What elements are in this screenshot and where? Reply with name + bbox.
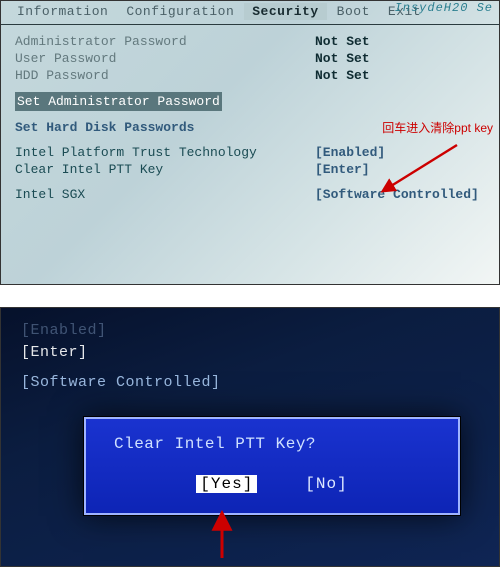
dialog-yes-button[interactable]: [Yes] (196, 475, 257, 493)
set-hdd-passwords-item[interactable]: Set Hard Disk Passwords (15, 119, 194, 136)
hdd-password-value: Not Set (315, 67, 485, 84)
bios-dialog-screen: [Enabled] [Enter] [Software Controlled] … (0, 307, 500, 567)
sgx-label: Intel SGX (15, 186, 315, 203)
confirm-dialog: Clear Intel PTT Key? [Yes] [No] (83, 416, 461, 516)
menu-boot[interactable]: Boot (329, 3, 378, 20)
admin-password-value: Not Set (315, 33, 485, 50)
user-password-value: Not Set (315, 50, 485, 67)
context-enabled: [Enabled] (21, 320, 479, 342)
hdd-password-label: HDD Password (15, 67, 315, 84)
context-enter: [Enter] (21, 342, 479, 364)
menu-configuration[interactable]: Configuration (118, 3, 242, 20)
context-software-controlled: [Software Controlled] (21, 372, 479, 394)
ptt-value[interactable]: [Enabled] (315, 144, 485, 161)
dialog-no-button[interactable]: [No] (305, 475, 347, 493)
dialog-question: Clear Intel PTT Key? (106, 435, 438, 453)
bios-security-screen: InsydeH20 Se Information Configuration S… (0, 0, 500, 285)
divider (1, 24, 499, 25)
menu-information[interactable]: Information (9, 3, 116, 20)
clear-ptt-label: Clear Intel PTT Key (15, 161, 315, 178)
annotation-text: 回车进入清除ppt key (382, 119, 493, 136)
set-admin-password-item[interactable]: Set Administrator Password (15, 92, 222, 111)
user-password-label: User Password (15, 50, 315, 67)
bios-brand: InsydeH20 Se (395, 1, 493, 15)
menu-security[interactable]: Security (244, 3, 326, 20)
sgx-value[interactable]: [Software Controlled] (315, 186, 485, 203)
ptt-label: Intel Platform Trust Technology (15, 144, 315, 161)
admin-password-label: Administrator Password (15, 33, 315, 50)
clear-ptt-action[interactable]: [Enter] (315, 161, 485, 178)
